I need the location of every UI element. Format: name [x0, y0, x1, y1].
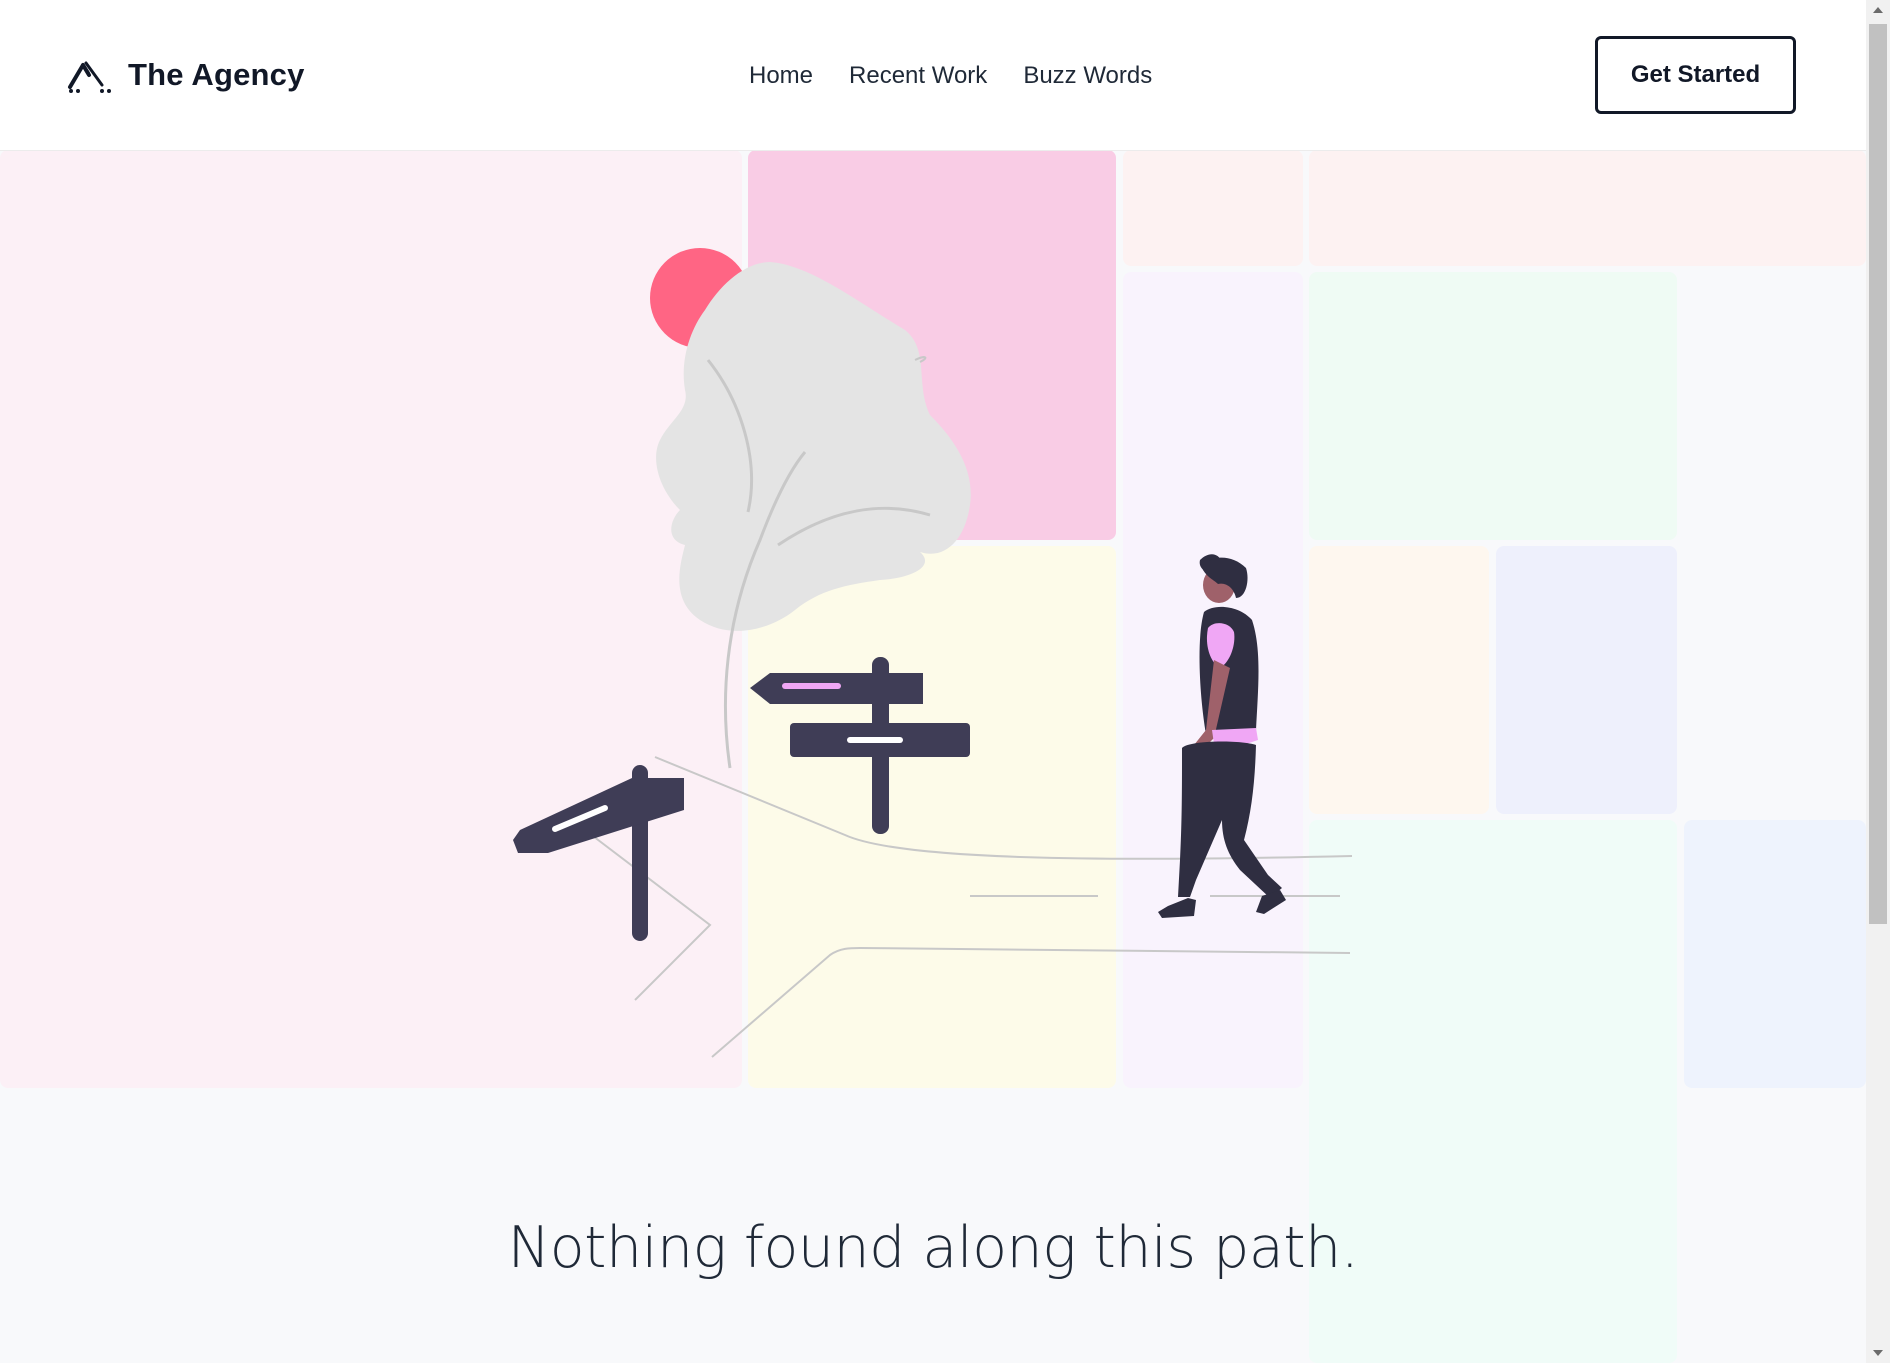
get-started-button[interactable]: Get Started — [1595, 36, 1796, 114]
top-navigation-bar: The Agency Home Recent Work Buzz Words G… — [0, 0, 1866, 151]
signpost-left — [513, 765, 684, 941]
brand-name: The Agency — [128, 57, 305, 92]
nav-link-recent-work[interactable]: Recent Work — [849, 56, 987, 96]
scrollbar-thumb[interactable] — [1869, 24, 1887, 924]
page-scrollbar[interactable] — [1866, 0, 1890, 1363]
agency-peak-logo-icon — [68, 61, 111, 93]
nav-link-buzz-words[interactable]: Buzz Words — [1023, 56, 1152, 96]
tile-blue — [1496, 546, 1677, 814]
nav-link-home[interactable]: Home — [749, 56, 813, 96]
tile-peach-wide — [1309, 150, 1866, 266]
main-nav: Home Recent Work Buzz Words — [749, 56, 1152, 96]
signpost-center — [750, 657, 970, 834]
brand-link[interactable]: The Agency — [66, 52, 305, 98]
scroll-up-arrow-icon[interactable] — [1866, 0, 1890, 20]
tile-mint — [1309, 820, 1677, 1363]
lost-person-signpost-illustration — [513, 248, 1353, 1058]
tree-canopy — [656, 262, 971, 631]
tile-sky — [1684, 820, 1866, 1088]
path-line-lower — [711, 946, 1351, 1058]
not-found-message: Nothing found along this path. — [507, 1215, 1359, 1281]
tile-green — [1309, 272, 1677, 540]
walking-person — [1158, 554, 1286, 918]
scroll-down-arrow-icon[interactable] — [1866, 1343, 1890, 1363]
